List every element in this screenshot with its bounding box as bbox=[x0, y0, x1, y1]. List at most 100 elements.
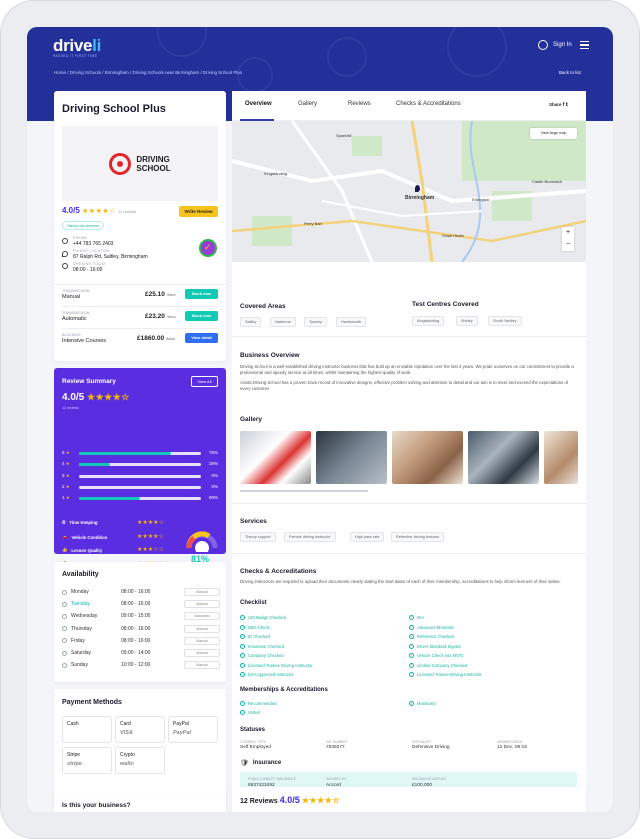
service-chip: Refresher driving lessons bbox=[391, 532, 444, 542]
claim-card[interactable]: Is this your business? bbox=[54, 794, 226, 812]
service-chip: High pass rate bbox=[350, 532, 385, 542]
breadcrumb[interactable]: Home / Driving Schools / Birmingham / Dr… bbox=[54, 70, 242, 75]
view-large-map-button[interactable]: View large map bbox=[530, 128, 577, 139]
main-content: Overview Gallery Reviews Checks & Accred… bbox=[232, 91, 586, 812]
rating-bar-row: 4 ★ 25% bbox=[62, 461, 218, 467]
taking-learners-badge: Taking new learners bbox=[62, 221, 104, 230]
view-detail-button[interactable]: View detail bbox=[185, 333, 218, 343]
sign-in-link[interactable]: Sign In bbox=[538, 40, 572, 50]
view-all-button[interactable]: View All bbox=[191, 376, 218, 387]
rating-bar-fill bbox=[79, 497, 140, 501]
tab-overview[interactable]: Overview bbox=[245, 101, 272, 107]
check-icon: ✓ bbox=[409, 615, 414, 620]
write-review-button[interactable]: Write Review bbox=[179, 206, 218, 217]
gallery-image[interactable] bbox=[240, 431, 311, 484]
pricing-name: Manual bbox=[62, 294, 81, 300]
insurance-header: 🛡 Insurance bbox=[240, 760, 282, 767]
services-title: Services bbox=[240, 518, 267, 525]
area-chip: Handsworth bbox=[336, 317, 367, 327]
score-gauge bbox=[186, 531, 218, 552]
availability-day: Sunday bbox=[62, 662, 88, 668]
review-summary-title: Review Summary bbox=[62, 378, 116, 385]
check-icon: ✓ bbox=[240, 662, 245, 668]
location-map[interactable]: View large map Birmingham Kingstanding P… bbox=[232, 121, 586, 262]
back-to-list-link[interactable]: Back to list bbox=[559, 70, 581, 75]
payment-card: Payment Methods Cash Card VISA PayPal PayP… bbox=[54, 689, 226, 803]
membership-item: ✓ Monitored bbox=[409, 701, 436, 706]
gallery-scrollbar[interactable] bbox=[240, 490, 368, 492]
school-card: Driving School Plus DRIVING SCHOOL 4.0/5 … bbox=[54, 91, 226, 361]
test-centres-title: Test Centres Covered bbox=[412, 301, 479, 308]
checklist-item: ✓ Licensed Trainee Driving Instructor bbox=[409, 672, 482, 677]
summary-rating: 4.0/5 ★★★★☆ bbox=[62, 392, 130, 403]
business-overview-title: Business Overview bbox=[240, 352, 300, 359]
availability-day: Wednesday bbox=[62, 613, 97, 619]
availability-time: 08:00 - 16:00 bbox=[121, 601, 151, 608]
book-manual-button[interactable]: Book now bbox=[185, 289, 218, 299]
gallery-image[interactable] bbox=[544, 431, 578, 484]
tab-bar: Overview Gallery Reviews Checks & Accred… bbox=[232, 91, 586, 121]
statuses-title: Statuses bbox=[240, 727, 266, 733]
availability-day: Saturday bbox=[62, 650, 91, 656]
rating-bar-row: 5 ★ 75% bbox=[62, 450, 218, 455]
check-icon: ✓ bbox=[240, 615, 245, 620]
availability-time: 08:00 - 16:00 bbox=[121, 589, 151, 595]
payment-title: Payment Methods bbox=[62, 699, 122, 706]
map-zoom-controls[interactable]: + − bbox=[562, 227, 574, 251]
brand-tagline: PASSED IT FIRST TIME bbox=[53, 54, 98, 58]
day-status-icon bbox=[62, 650, 67, 656]
user-icon bbox=[538, 40, 548, 50]
gallery-image[interactable] bbox=[316, 431, 387, 484]
availability-time: 08:00 - 16:00 bbox=[121, 637, 151, 644]
menu-icon[interactable] bbox=[580, 41, 589, 51]
rating-bar bbox=[79, 474, 201, 478]
school-logo: DRIVING SCHOOL bbox=[62, 126, 218, 201]
gallery-image[interactable] bbox=[468, 431, 539, 484]
pickup-location: 87 Ralph Rd, Saltley, Birmingham bbox=[73, 254, 148, 260]
phone-number[interactable]: +44 783 765 2403 bbox=[73, 241, 113, 247]
tab-gallery[interactable]: Gallery bbox=[298, 101, 317, 107]
opening-hours: 08:00 - 16:00 bbox=[73, 267, 103, 273]
tab-checks[interactable]: Checks & Accreditations bbox=[396, 101, 461, 107]
school-rating: 4.0/5 ★★★★☆ 12 reviews bbox=[62, 206, 137, 215]
tab-reviews[interactable]: Reviews bbox=[348, 101, 371, 107]
availability-time: 09:00 - 14:00 bbox=[121, 650, 151, 656]
payment-crypto: Crypto walio bbox=[115, 747, 165, 774]
map-pin-icon[interactable] bbox=[415, 185, 420, 192]
check-icon: ✓ bbox=[240, 653, 245, 658]
steering-wheel-icon bbox=[109, 152, 132, 175]
rating-bar bbox=[79, 485, 201, 489]
day-status-icon bbox=[62, 662, 67, 668]
checklist-item: ✓ DBS Check bbox=[240, 624, 270, 630]
checklist-item: ✓ ADI Badge Checked bbox=[240, 615, 286, 620]
check-icon: ✓ bbox=[409, 634, 414, 639]
checklist-item: ✓ Reference Checked bbox=[409, 634, 455, 639]
centre-chip: Shirley bbox=[456, 316, 478, 326]
reviews-count-title: 12 Reviews 4.0/5 ★★★★☆ bbox=[240, 795, 341, 805]
pricing-price: £25.10 /hour bbox=[145, 291, 176, 298]
payment-stripe: Stripe stripe bbox=[62, 747, 112, 774]
check-icon: ✓ bbox=[409, 672, 414, 677]
availability-day: Tuesday bbox=[62, 601, 90, 607]
availability-tag: Automatic bbox=[184, 612, 220, 621]
area-chip: Tyseley bbox=[304, 317, 327, 327]
shield-icon: 🛡 bbox=[240, 760, 249, 767]
availability-card: Availability Monday 08:00 - 16:00 Manual Tu… bbox=[54, 562, 226, 682]
centre-chip: South Yardley bbox=[488, 316, 522, 326]
overview-paragraph: Avista Driving School has a proven track… bbox=[240, 380, 569, 391]
brand-logo[interactable]: driveli bbox=[53, 36, 101, 56]
location-pin-icon bbox=[62, 251, 68, 257]
share-button[interactable]: Share f 𝕥 bbox=[549, 102, 568, 108]
checklist-item: ✓ Company Checked bbox=[240, 653, 284, 658]
claim-title: Is this your business? bbox=[62, 802, 131, 809]
check-icon: ✓ bbox=[240, 643, 245, 649]
payment-card: Card VISA bbox=[115, 716, 165, 743]
tablet-frame: driveli PASSED IT FIRST TIME Sign In Hom… bbox=[0, 0, 640, 839]
gallery-image[interactable] bbox=[392, 431, 463, 484]
review-summary-card: Review Summary View All 4.0/5 ★★★★☆ 12 r… bbox=[54, 368, 226, 567]
pricing-name: Automatic bbox=[62, 316, 87, 322]
book-automatic-button[interactable]: Book now bbox=[185, 311, 218, 321]
checklist-item: ✓ Advanced Motorists bbox=[409, 624, 454, 630]
checklist-title: Checklist bbox=[240, 600, 267, 606]
day-status-icon bbox=[62, 638, 67, 644]
